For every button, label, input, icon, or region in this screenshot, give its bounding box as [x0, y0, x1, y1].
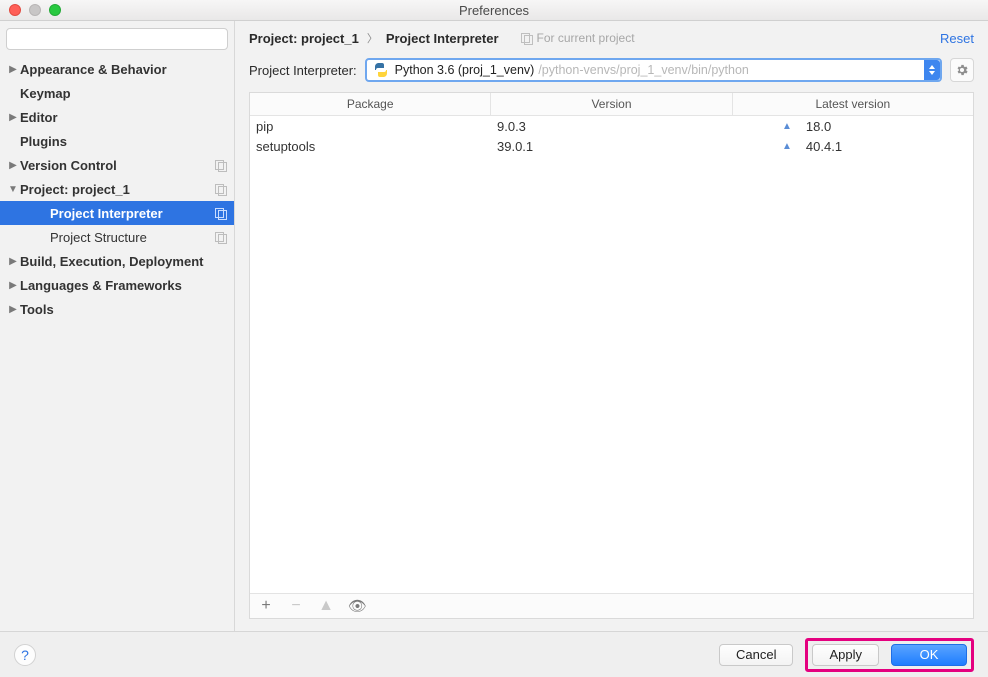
dropdown-stepper-icon[interactable]: [924, 60, 940, 80]
cell-package: setuptools: [250, 139, 491, 154]
search-input[interactable]: [6, 28, 228, 50]
breadcrumb: Project: project_1 〉 Project Interpreter: [249, 30, 499, 46]
scope-text: For current project: [537, 31, 635, 45]
project-scope-icon: [215, 232, 226, 243]
th-latest[interactable]: Latest version: [733, 93, 973, 115]
tree-arrow-icon: ▶: [6, 256, 20, 267]
sidebar-item-label: Build, Execution, Deployment: [20, 254, 234, 269]
apply-button[interactable]: Apply: [812, 644, 879, 666]
tree-arrow-icon: ▶: [6, 160, 20, 171]
window-title: Preferences: [0, 3, 988, 18]
cell-latest: ▲40.4.1: [738, 139, 842, 154]
sidebar-item-appearance-behavior[interactable]: ▶Appearance & Behavior: [0, 57, 234, 81]
project-scope-icon: [215, 184, 226, 195]
add-package-button[interactable]: +: [258, 597, 274, 615]
sidebar: ▶Appearance & BehaviorKeymap▶EditorPlugi…: [0, 21, 235, 631]
titlebar: Preferences: [0, 0, 988, 21]
scope-label: For current project: [521, 31, 635, 45]
upgrade-available-icon: ▲: [782, 121, 792, 132]
tree-arrow-icon: ▶: [6, 280, 20, 291]
settings-tree: ▶Appearance & BehaviorKeymap▶EditorPlugi…: [0, 55, 234, 631]
project-scope-icon: [215, 208, 226, 219]
tree-arrow-icon: ▶: [6, 112, 20, 123]
sidebar-item-label: Project Interpreter: [50, 206, 215, 221]
reset-link[interactable]: Reset: [940, 31, 974, 46]
sidebar-item-label: Appearance & Behavior: [20, 62, 234, 77]
sidebar-item-editor[interactable]: ▶Editor: [0, 105, 234, 129]
cell-version: 9.0.3: [491, 119, 732, 134]
table-row[interactable]: setuptools39.0.1 ▲40.4.1: [250, 136, 973, 156]
table-header: Package Version Latest version: [250, 93, 973, 116]
sidebar-item-plugins[interactable]: Plugins: [0, 129, 234, 153]
project-scope-icon: [521, 33, 532, 44]
sidebar-item-label: Languages & Frameworks: [20, 278, 234, 293]
project-scope-icon: [215, 160, 226, 171]
remove-package-button[interactable]: −: [288, 597, 304, 615]
interpreter-label: Project Interpreter:: [249, 63, 357, 78]
cell-version: 39.0.1: [491, 139, 732, 154]
breadcrumb-root[interactable]: Project: project_1: [249, 31, 359, 46]
sidebar-item-project-interpreter[interactable]: Project Interpreter: [0, 201, 234, 225]
packages-table: Package Version Latest version pip9.0.3 ▲…: [249, 92, 974, 619]
interpreter-name: Python 3.6 (proj_1_venv): [395, 63, 535, 77]
highlight-annotation: Apply OK: [805, 638, 974, 672]
table-body: pip9.0.3 ▲18.0 setuptools39.0.1 ▲40.4.1: [250, 116, 973, 593]
ok-button[interactable]: OK: [891, 644, 967, 666]
cell-package: pip: [250, 119, 491, 134]
th-package[interactable]: Package: [250, 93, 491, 115]
upgrade-available-icon: ▲: [782, 141, 792, 152]
show-early-releases-button[interactable]: 👁: [348, 597, 364, 615]
sidebar-item-label: Editor: [20, 110, 234, 125]
sidebar-item-tools[interactable]: ▶Tools: [0, 297, 234, 321]
sidebar-item-keymap[interactable]: Keymap: [0, 81, 234, 105]
sidebar-item-languages-frameworks[interactable]: ▶Languages & Frameworks: [0, 273, 234, 297]
table-toolbar: + − ▲ 👁: [250, 593, 973, 618]
sidebar-item-project-project-1[interactable]: ▼Project: project_1: [0, 177, 234, 201]
help-button[interactable]: ?: [14, 644, 36, 666]
gear-icon: [955, 63, 969, 77]
sidebar-item-label: Project Structure: [50, 230, 215, 245]
interpreter-path: /python-venvs/proj_1_venv/bin/python: [538, 63, 749, 77]
tree-arrow-icon: ▶: [6, 304, 20, 315]
tree-arrow-icon: ▼: [6, 184, 20, 195]
cancel-button[interactable]: Cancel: [719, 644, 793, 666]
upgrade-package-button[interactable]: ▲: [318, 597, 334, 615]
sidebar-item-build-execution-deployment[interactable]: ▶Build, Execution, Deployment: [0, 249, 234, 273]
python-icon: [373, 62, 389, 78]
interpreter-settings-button[interactable]: [950, 58, 974, 82]
sidebar-item-label: Version Control: [20, 158, 215, 173]
main-panel: Project: project_1 〉 Project Interpreter…: [235, 21, 988, 631]
th-version[interactable]: Version: [491, 93, 732, 115]
footer: ? Cancel Apply OK: [0, 631, 988, 677]
sidebar-item-label: Project: project_1: [20, 182, 215, 197]
sidebar-item-version-control[interactable]: ▶Version Control: [0, 153, 234, 177]
sidebar-item-label: Tools: [20, 302, 234, 317]
interpreter-select[interactable]: Python 3.6 (proj_1_venv) /python-venvs/p…: [365, 58, 942, 82]
table-row[interactable]: pip9.0.3 ▲18.0: [250, 116, 973, 136]
sidebar-item-label: Keymap: [20, 86, 234, 101]
cell-latest: ▲18.0: [738, 119, 831, 134]
breadcrumb-leaf: Project Interpreter: [386, 31, 499, 46]
tree-arrow-icon: ▶: [6, 64, 20, 75]
chevron-right-icon: 〉: [367, 30, 378, 46]
sidebar-item-label: Plugins: [20, 134, 234, 149]
sidebar-item-project-structure[interactable]: Project Structure: [0, 225, 234, 249]
